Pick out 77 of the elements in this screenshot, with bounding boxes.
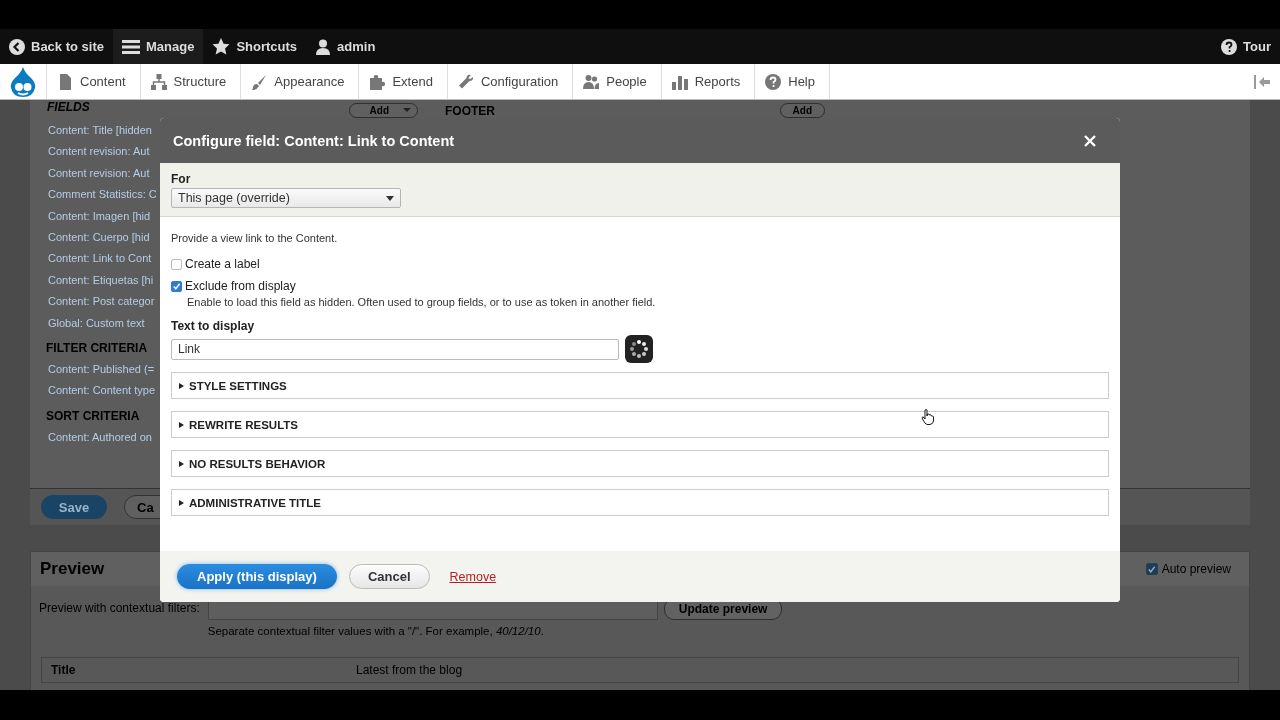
close-icon[interactable] <box>1084 134 1096 147</box>
input-field[interactable]: Link <box>171 338 619 360</box>
section-heading: FIELDS <box>47 100 90 114</box>
cancel-button[interactable]: Cancel <box>348 564 430 589</box>
remove-link[interactable]: Remove <box>449 569 497 584</box>
toolbar-link[interactable]: admin <box>306 29 385 64</box>
toolbar-link[interactable]: Shortcuts <box>203 29 307 64</box>
tray-link[interactable]: Extend <box>358 64 447 99</box>
tray-link[interactable]: Appearance <box>240 64 359 99</box>
triangle-icon <box>179 382 184 389</box>
toolbar-link[interactable]: Manage <box>113 29 204 64</box>
wrench-icon <box>457 73 474 90</box>
caret-icon <box>386 195 394 201</box>
description-text: Provide a view link to the Content. <box>171 232 339 244</box>
toolbar-link[interactable]: Back to site <box>0 29 113 64</box>
tour-link[interactable]: Tour <box>1212 29 1280 64</box>
triangle-icon <box>179 460 184 467</box>
field-link[interactable]: Global: Custom text <box>48 312 145 335</box>
field-link[interactable]: Content revision: Aut <box>48 141 150 163</box>
checkbox-label: Create a label <box>185 257 260 271</box>
table-cell: Latest from the blog <box>356 663 463 677</box>
caret-icon <box>403 108 411 112</box>
page-icon <box>57 73 73 90</box>
field-link[interactable]: Content: Title [hidden <box>48 120 152 142</box>
tray-link[interactable]: Help <box>754 64 830 99</box>
sort-link[interactable]: Content: Authored on <box>48 426 152 449</box>
section-heading: FILTER CRITERIA <box>46 341 148 356</box>
checkbox[interactable] <box>1145 563 1158 575</box>
puzzle-icon <box>369 73 386 90</box>
section-heading: SORT CRITERIA <box>46 408 140 423</box>
collapsible-section[interactable]: ADMINISTRATIVE TITLE <box>171 489 1109 516</box>
spinner-icon <box>625 335 653 363</box>
help-icon <box>1221 38 1238 55</box>
table-cell-text: Title <box>50 663 77 677</box>
field-link[interactable]: Content revision: Aut <box>48 162 150 185</box>
field-link[interactable]: Content: Post categor <box>48 291 155 313</box>
tray-link[interactable]: Structure <box>139 64 241 99</box>
tray-link[interactable]: People <box>572 64 661 99</box>
user-icon <box>315 38 332 55</box>
field-link[interactable]: Content: Cuerpo [hid <box>48 227 150 249</box>
collapse-icon[interactable] <box>1254 74 1270 89</box>
help-text: Enable to load this field as hidden. Often used to group fields, or to use as token in another field. <box>187 296 657 308</box>
tray-link[interactable]: Reports <box>660 64 755 99</box>
field-label: Text to display <box>171 319 256 333</box>
field-link[interactable]: Content: Link to Cont <box>48 248 152 270</box>
tray-link[interactable]: Content <box>46 64 140 99</box>
field-link[interactable]: Comment Statistics: C <box>48 184 157 206</box>
filter-link[interactable]: Content: Content type <box>48 380 155 402</box>
collapsible-section[interactable]: REWRITE RESULTS <box>171 411 1109 438</box>
filter-link[interactable]: Content: Published (= <box>48 359 155 381</box>
field-link[interactable]: Content: Etiquetas [hi <box>48 269 154 292</box>
field-label: Preview with contextual filters: <box>39 601 200 617</box>
checkbox-label: Auto preview <box>1161 562 1231 576</box>
checkbox[interactable] <box>171 258 182 270</box>
checkbox[interactable] <box>171 280 182 292</box>
select-dropdown[interactable]: This page (override) <box>171 188 401 208</box>
checkbox-label: Exclude from display <box>185 279 296 293</box>
bars-icon <box>671 73 688 90</box>
help-icon <box>765 73 782 90</box>
triangle-icon <box>179 421 184 428</box>
star-icon <box>212 38 231 55</box>
field-link[interactable]: Content: Imagen [hid <box>48 205 151 228</box>
section-heading: FOOTER <box>445 104 495 118</box>
collapsible-section[interactable]: NO RESULTS BEHAVIOR <box>171 450 1109 477</box>
menu-icon <box>122 38 140 55</box>
tray-link[interactable]: Configuration <box>446 64 573 99</box>
structure-icon <box>150 73 167 90</box>
preview-title: Preview <box>40 559 105 579</box>
field-label: For <box>171 172 192 186</box>
people-icon <box>583 73 600 90</box>
help-text: Separate contextual filter values with a "/". For example, 40/12/10. <box>207 625 545 637</box>
triangle-icon <box>179 499 184 506</box>
hand-cursor-icon <box>921 409 935 425</box>
apply-button[interactable]: Apply (this display) <box>177 564 337 589</box>
collapsible-section[interactable]: STYLE SETTINGS <box>171 372 1109 399</box>
dialog-title: Configure field: Content: Link to Content <box>173 132 455 149</box>
save-button[interactable]: Save <box>41 495 107 519</box>
